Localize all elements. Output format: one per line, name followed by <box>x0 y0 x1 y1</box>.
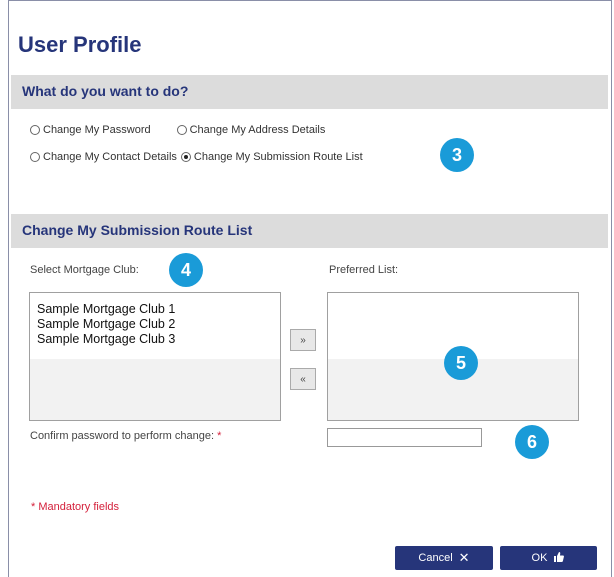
section-header-route-list: Change My Submission Route List <box>11 214 608 248</box>
section-header-action: What do you want to do? <box>11 75 608 109</box>
radio-label: Change My Submission Route List <box>193 151 363 163</box>
radio-circle[interactable] <box>176 125 187 135</box>
callout-badge-6: 6 <box>515 425 549 459</box>
callout-badge-4: 4 <box>169 253 203 287</box>
ok-button[interactable]: OK <box>500 546 597 570</box>
list-item[interactable]: Sample Mortgage Club 2 <box>37 317 175 332</box>
add-to-preferred-button[interactable]: » <box>290 329 316 351</box>
close-icon: ✕ <box>458 550 470 565</box>
cancel-button[interactable]: Cancel ✕ <box>395 546 493 570</box>
callout-badge-3: 3 <box>440 138 474 172</box>
page-title: User Profile <box>18 32 142 57</box>
list-item[interactable]: Sample Mortgage Club 3 <box>37 332 175 347</box>
radio-change-password[interactable]: Change My Password <box>30 124 151 136</box>
confirm-password-field[interactable] <box>327 428 482 447</box>
confirm-password-text: Confirm password to perform change: <box>30 430 215 442</box>
radio-circle[interactable] <box>30 152 40 162</box>
radio-circle[interactable] <box>30 125 40 135</box>
radio-label: Change My Password <box>43 124 151 136</box>
list-item[interactable]: Sample Mortgage Club 1 <box>37 302 175 317</box>
radio-change-contact[interactable]: Change My Contact Details <box>30 151 177 163</box>
radio-change-submission-route[interactable]: Change My Submission Route List <box>180 151 363 163</box>
preferred-list-label: Preferred List: <box>329 264 399 276</box>
mortgage-club-listbox[interactable]: Sample Mortgage Club 1 Sample Mortgage C… <box>29 292 281 421</box>
confirm-password-label: Confirm password to perform change: * <box>30 430 221 442</box>
remove-from-preferred-button[interactable]: « <box>290 368 316 390</box>
mandatory-fields-note: * Mandatory fields <box>31 501 120 513</box>
radio-circle-selected[interactable] <box>180 152 191 162</box>
radio-row-1: Change My Password Change My Address Det… <box>30 124 333 136</box>
club-items: Sample Mortgage Club 1 Sample Mortgage C… <box>37 302 175 347</box>
callout-badge-5: 5 <box>444 346 478 380</box>
radio-label: Change My Address Details <box>189 124 326 136</box>
ok-label: OK <box>531 552 548 564</box>
thumbs-up-icon <box>553 551 565 566</box>
radio-row-2: Change My Contact Details Change My Subm… <box>30 151 371 163</box>
radio-label: Change My Contact Details <box>43 151 177 163</box>
cancel-label: Cancel <box>418 552 453 564</box>
select-club-label: Select Mortgage Club: <box>30 264 139 276</box>
required-asterisk: * <box>217 430 222 442</box>
radio-change-address[interactable]: Change My Address Details <box>176 124 326 136</box>
